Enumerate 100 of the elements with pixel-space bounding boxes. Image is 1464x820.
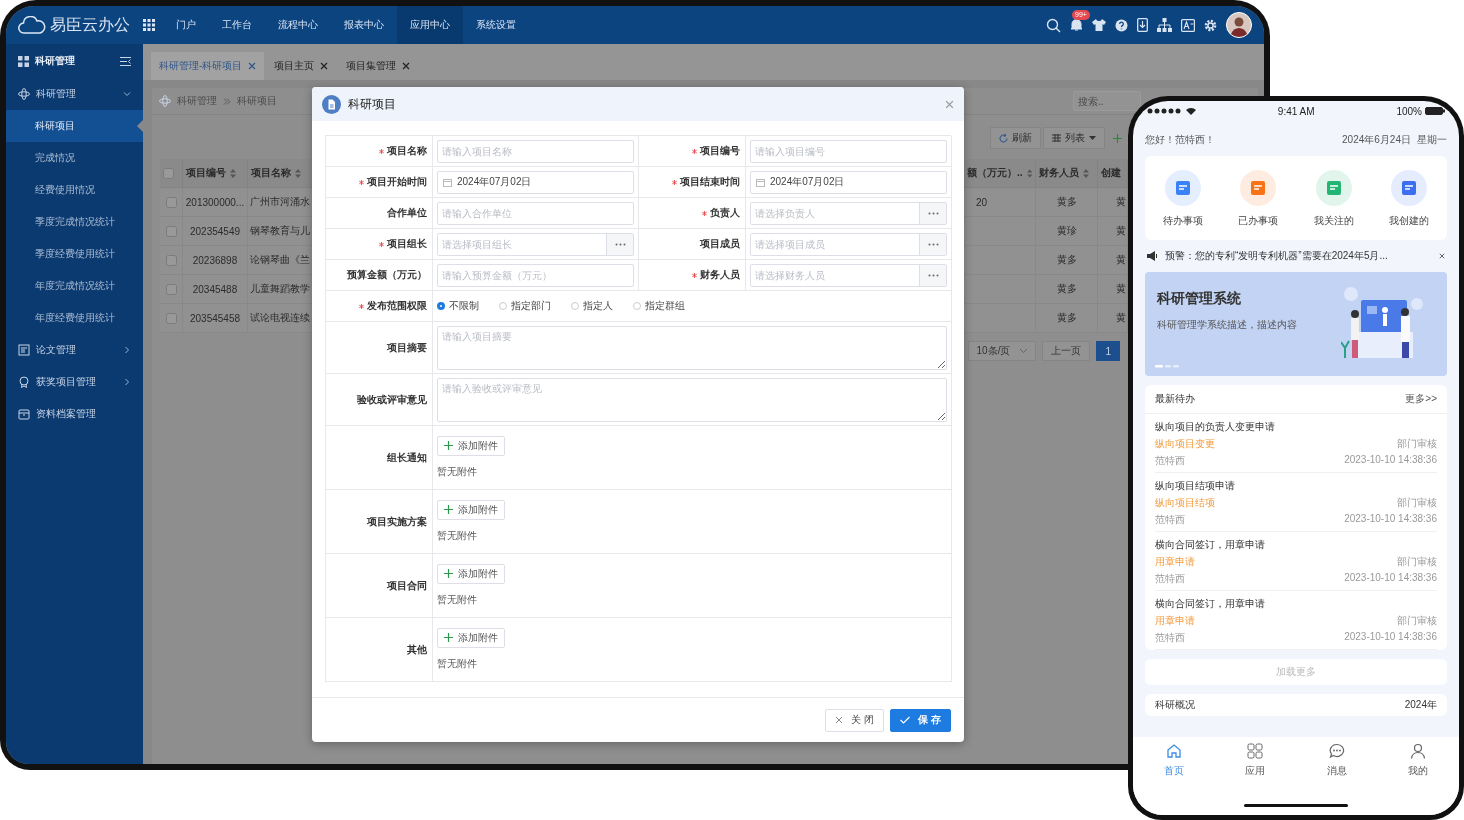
chevron-down-icon xyxy=(1020,349,1028,353)
sidebar-group[interactable]: 资料档案管理 xyxy=(6,398,143,430)
todo-item[interactable]: 纵向项目结项申请 纵向项目结项 部门审核 范特西 2023-10-10 14:38:36 xyxy=(1155,473,1437,532)
column-header[interactable]: 项目编号 xyxy=(183,159,248,188)
add-icon[interactable] xyxy=(1113,133,1122,143)
date-field[interactable]: 2024年07月02日 xyxy=(750,170,947,194)
checkbox[interactable] xyxy=(165,312,177,324)
nav-item[interactable]: 报表中心 xyxy=(331,6,397,44)
sidebar-group[interactable]: 获奖项目管理 xyxy=(6,366,143,398)
nav-item[interactable]: 工作台 xyxy=(209,6,265,44)
table-cell: 黄多 xyxy=(1036,275,1098,304)
text-area[interactable]: 请输入项目摘要 xyxy=(437,325,947,370)
form-label: 项目合同 xyxy=(326,554,433,618)
sidebar-item[interactable]: 季度完成情况统计 xyxy=(6,206,143,238)
date-field[interactable]: 2024年07月02日 xyxy=(437,170,634,194)
nav-item[interactable]: 应用中心 xyxy=(397,6,463,44)
tab[interactable]: 项目集管理 xyxy=(338,52,419,80)
nav-item[interactable]: 流程中心 xyxy=(265,6,331,44)
more-button[interactable] xyxy=(919,233,946,255)
todo-item[interactable]: 纵向项目的负责人变更申请 纵向项目变更 部门审核 范特西 2023-10-10 14:38:36 xyxy=(1155,414,1437,473)
sidebar-group[interactable]: 科研管理 xyxy=(6,78,143,110)
translate-icon[interactable] xyxy=(1181,18,1195,32)
user-avatar[interactable] xyxy=(1226,12,1252,38)
checkbox[interactable] xyxy=(163,167,174,179)
sidebar-item[interactable]: 完成情况 xyxy=(6,142,143,174)
checkbox[interactable] xyxy=(165,254,177,266)
sidebar-item[interactable]: 经费使用情况 xyxy=(6,174,143,206)
shirt-icon[interactable] xyxy=(1092,19,1106,31)
chat-bubble-icon xyxy=(1328,743,1345,759)
close-icon[interactable] xyxy=(402,62,411,70)
close-icon[interactable] xyxy=(248,62,257,70)
search-icon[interactable] xyxy=(1046,17,1061,33)
sort-icon[interactable] xyxy=(1083,168,1089,178)
more-button[interactable] xyxy=(919,264,946,286)
column-header[interactable]: 额（万元）.. xyxy=(964,159,1036,188)
tab-bar-item[interactable]: 首页 xyxy=(1133,743,1215,795)
sort-icon[interactable] xyxy=(1026,168,1032,178)
add-attachment-button[interactable]: 添加附件 xyxy=(437,627,505,648)
org-chart-icon[interactable] xyxy=(1157,18,1172,32)
sort-icon[interactable] xyxy=(230,168,236,178)
apps-grid-icon[interactable] xyxy=(143,19,155,31)
grid-icon xyxy=(18,55,29,67)
picker-field[interactable]: 请选择财务人员 xyxy=(750,263,947,287)
page-size-select[interactable]: 10条/页 xyxy=(967,341,1037,361)
todo-item[interactable]: 横向合同签订，用章申请 用章申请 部门审核 范特西 2023-10-10 14:38:36 xyxy=(1155,532,1437,591)
tab-bar-item[interactable]: 我的 xyxy=(1377,743,1459,795)
form-label: 项目开始时间 xyxy=(326,167,433,198)
bell-icon[interactable] xyxy=(1070,18,1083,32)
column-header[interactable]: 财务人员 xyxy=(1036,159,1098,188)
page-button[interactable]: 1 xyxy=(1096,341,1120,361)
help-icon[interactable] xyxy=(1115,18,1128,32)
checkbox[interactable] xyxy=(165,283,177,295)
carousel-dots-icon[interactable] xyxy=(1155,365,1181,368)
todo-item[interactable]: 横向合同签订，用章申请 用章申请 部门审核 范特西 2023-10-10 14:38:36 xyxy=(1155,591,1437,650)
add-attachment-button[interactable]: 添加附件 xyxy=(437,499,505,520)
close-icon[interactable] xyxy=(1439,253,1445,259)
more-button[interactable] xyxy=(919,202,946,224)
sidebar-item[interactable]: 科研项目 xyxy=(6,110,143,142)
search-field[interactable]: 搜索.. xyxy=(1073,91,1141,111)
picker-field[interactable]: 请选择负责人 xyxy=(750,201,947,225)
table-icon xyxy=(1052,134,1061,142)
download-icon[interactable] xyxy=(1137,18,1148,32)
picker-field[interactable]: 请选择项目成员 xyxy=(750,232,947,256)
close-icon[interactable] xyxy=(320,62,329,70)
close-button[interactable]: 关 闭 xyxy=(825,708,885,732)
tab-bar-item[interactable]: 应用 xyxy=(1214,743,1296,795)
shortcut-item[interactable]: 待办事项 xyxy=(1145,170,1221,228)
add-attachment-button[interactable]: 添加附件 xyxy=(437,435,505,456)
tab-bar-item[interactable]: 消息 xyxy=(1296,743,1378,795)
text-field[interactable]: 请输入项目编号 xyxy=(750,139,947,163)
sort-icon[interactable] xyxy=(295,168,301,178)
refresh-button[interactable]: 刷新 xyxy=(990,127,1041,149)
tab[interactable]: 项目主页 xyxy=(266,52,337,80)
nav-item[interactable]: 门户 xyxy=(163,6,209,44)
text-field[interactable]: 请输入项目名称 xyxy=(437,139,634,163)
more-link[interactable]: 更多>> xyxy=(1405,392,1437,406)
sidebar-item[interactable]: 季度经费使用统计 xyxy=(6,238,143,270)
close-icon[interactable] xyxy=(945,99,954,109)
column-header[interactable]: 创建 xyxy=(1098,159,1128,188)
form-label: 合作单位 xyxy=(326,198,433,229)
list-view-button[interactable]: 列表 xyxy=(1043,127,1105,149)
picker-field[interactable]: 请选择项目组长 xyxy=(437,232,634,256)
sidebar-group[interactable]: 论文管理 xyxy=(6,334,143,366)
sidebar-item[interactable]: 年度经费使用统计 xyxy=(6,302,143,334)
add-attachment-button[interactable]: 添加附件 xyxy=(437,563,505,584)
banner[interactable]: 科研管理系统 科研管理学系统描述，描述内容 xyxy=(1145,272,1447,376)
nav-item[interactable]: 系统设置 xyxy=(463,6,529,44)
text-area[interactable]: 请输入验收或评审意见 xyxy=(437,377,947,422)
shortcut-item[interactable]: 已办事项 xyxy=(1220,170,1296,228)
shortcut-item[interactable]: 我创建的 xyxy=(1371,170,1447,228)
save-button[interactable]: 保 存 xyxy=(890,708,951,732)
collapse-menu-icon[interactable] xyxy=(120,56,131,66)
shortcut-item[interactable]: 我关注的 xyxy=(1296,170,1372,228)
year-select[interactable]: 2024年 xyxy=(1404,698,1437,712)
checkbox[interactable] xyxy=(165,225,177,237)
more-button[interactable] xyxy=(606,233,633,255)
checkbox[interactable] xyxy=(165,196,177,208)
settings-icon[interactable] xyxy=(1204,18,1217,32)
sidebar-item[interactable]: 年度完成情况统计 xyxy=(6,270,143,302)
text-field[interactable]: 请输入预算金额（万元） xyxy=(437,263,634,287)
